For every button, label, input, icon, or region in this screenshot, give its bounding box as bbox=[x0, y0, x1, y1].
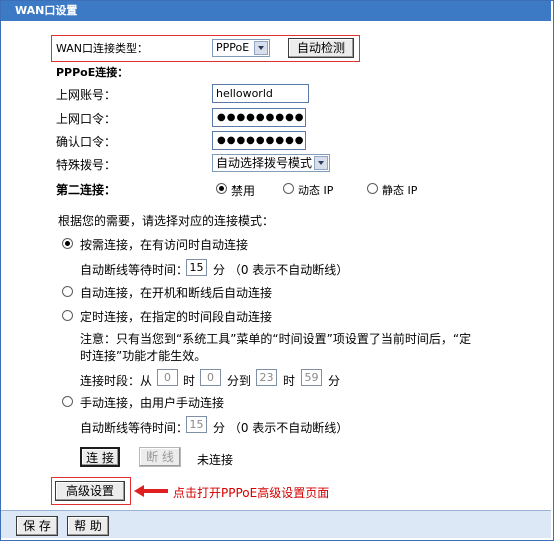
second-static-ip-label: 静态 IP bbox=[382, 184, 418, 197]
password-label: 上网口令： bbox=[56, 112, 117, 126]
on-demand-idle-input[interactable]: 15 bbox=[186, 259, 207, 276]
on-demand-idle-suffix: 分 （0 表示不自动断线） bbox=[213, 263, 349, 277]
on-demand-idle-label: 自动断线等待时间： bbox=[80, 263, 189, 277]
timed-from-hour-input[interactable]: 0 bbox=[157, 369, 178, 386]
manual-idle-label: 自动断线等待时间： bbox=[80, 421, 189, 435]
mode-prompt: 根据您的需要，请选择对应的连接模式： bbox=[58, 214, 275, 228]
timed-to-minute-input[interactable]: 59 bbox=[301, 369, 322, 386]
advanced-annotation: 点击打开PPPoE高级设置页面 bbox=[173, 486, 330, 500]
timed-hour-label: 时 bbox=[183, 374, 196, 388]
mode-timed-label: 定时连接，在指定的时间段自动连接 bbox=[80, 310, 273, 324]
special-dial-value: 自动选择拨号模式 bbox=[216, 156, 313, 170]
mode-auto-radio[interactable] bbox=[62, 286, 73, 297]
mode-timed-radio[interactable] bbox=[62, 310, 73, 321]
account-input[interactable]: helloworld bbox=[212, 84, 309, 103]
help-button[interactable]: 帮 助 bbox=[67, 516, 109, 536]
timed-to-label: 分到 bbox=[227, 374, 252, 388]
manual-idle-suffix: 分 （0 表示不自动断线） bbox=[213, 421, 349, 435]
wan-type-value: PPPoE bbox=[216, 41, 250, 54]
auto-detect-button[interactable]: 自动检测 bbox=[288, 38, 354, 58]
timed-note-line1: 注意：只有当您到“系统工具”菜单的“时间设置”项设置了当前时间后，“定 bbox=[80, 332, 472, 346]
second-static-ip-radio[interactable] bbox=[367, 183, 378, 194]
connection-status: 未连接 bbox=[197, 453, 234, 467]
manual-idle-input[interactable]: 15 bbox=[186, 416, 207, 433]
second-disabled-radio[interactable] bbox=[216, 183, 227, 194]
advanced-settings-button[interactable]: 高级设置 bbox=[55, 481, 125, 501]
disconnect-button[interactable]: 断 线 bbox=[139, 447, 181, 467]
mode-manual-radio[interactable] bbox=[62, 396, 73, 407]
mode-manual-label: 手动连接，由用户手动连接 bbox=[80, 396, 225, 410]
timed-hour-label-2: 时 bbox=[283, 374, 296, 388]
special-dial-label: 特殊拨号： bbox=[56, 158, 117, 172]
chevron-down-icon bbox=[254, 41, 268, 55]
wan-type-label: WAN口连接类型： bbox=[56, 42, 149, 55]
timed-minute-label: 分 bbox=[328, 374, 341, 388]
account-label: 上网账号： bbox=[56, 88, 117, 102]
panel-title: WAN口设置 bbox=[1, 1, 551, 21]
timed-to-hour-input[interactable]: 23 bbox=[256, 369, 277, 386]
timed-period-label: 连接时段：从 bbox=[80, 374, 153, 388]
mode-on-demand-label: 按需连接，在有访问时自动连接 bbox=[80, 238, 249, 252]
pppoe-heading: PPPoE连接： bbox=[56, 66, 129, 79]
timed-note-line2: 时连接”功能才能生效。 bbox=[80, 349, 207, 363]
wan-type-select[interactable]: PPPoE bbox=[212, 39, 270, 57]
timed-from-minute-input[interactable]: 0 bbox=[200, 369, 221, 386]
mode-auto-label: 自动连接，在开机和断线后自动连接 bbox=[80, 286, 273, 300]
password-input[interactable]: ●●●●●●●●● bbox=[212, 108, 306, 127]
second-dynamic-ip-radio[interactable] bbox=[283, 183, 294, 194]
second-disabled-label: 禁用 bbox=[231, 184, 256, 198]
confirm-password-label: 确认口令： bbox=[56, 135, 117, 149]
special-dial-select[interactable]: 自动选择拨号模式 bbox=[212, 154, 330, 172]
second-dynamic-ip-label: 动态 IP bbox=[298, 184, 334, 197]
chevron-down-icon bbox=[314, 156, 328, 170]
second-connection-label: 第二连接： bbox=[56, 183, 117, 197]
left-arrow-icon bbox=[134, 485, 168, 497]
confirm-password-input[interactable]: ●●●●●●●●● bbox=[212, 131, 306, 150]
save-button[interactable]: 保 存 bbox=[16, 516, 58, 536]
connect-button[interactable]: 连 接 bbox=[80, 447, 120, 467]
mode-on-demand-radio[interactable] bbox=[62, 238, 73, 249]
